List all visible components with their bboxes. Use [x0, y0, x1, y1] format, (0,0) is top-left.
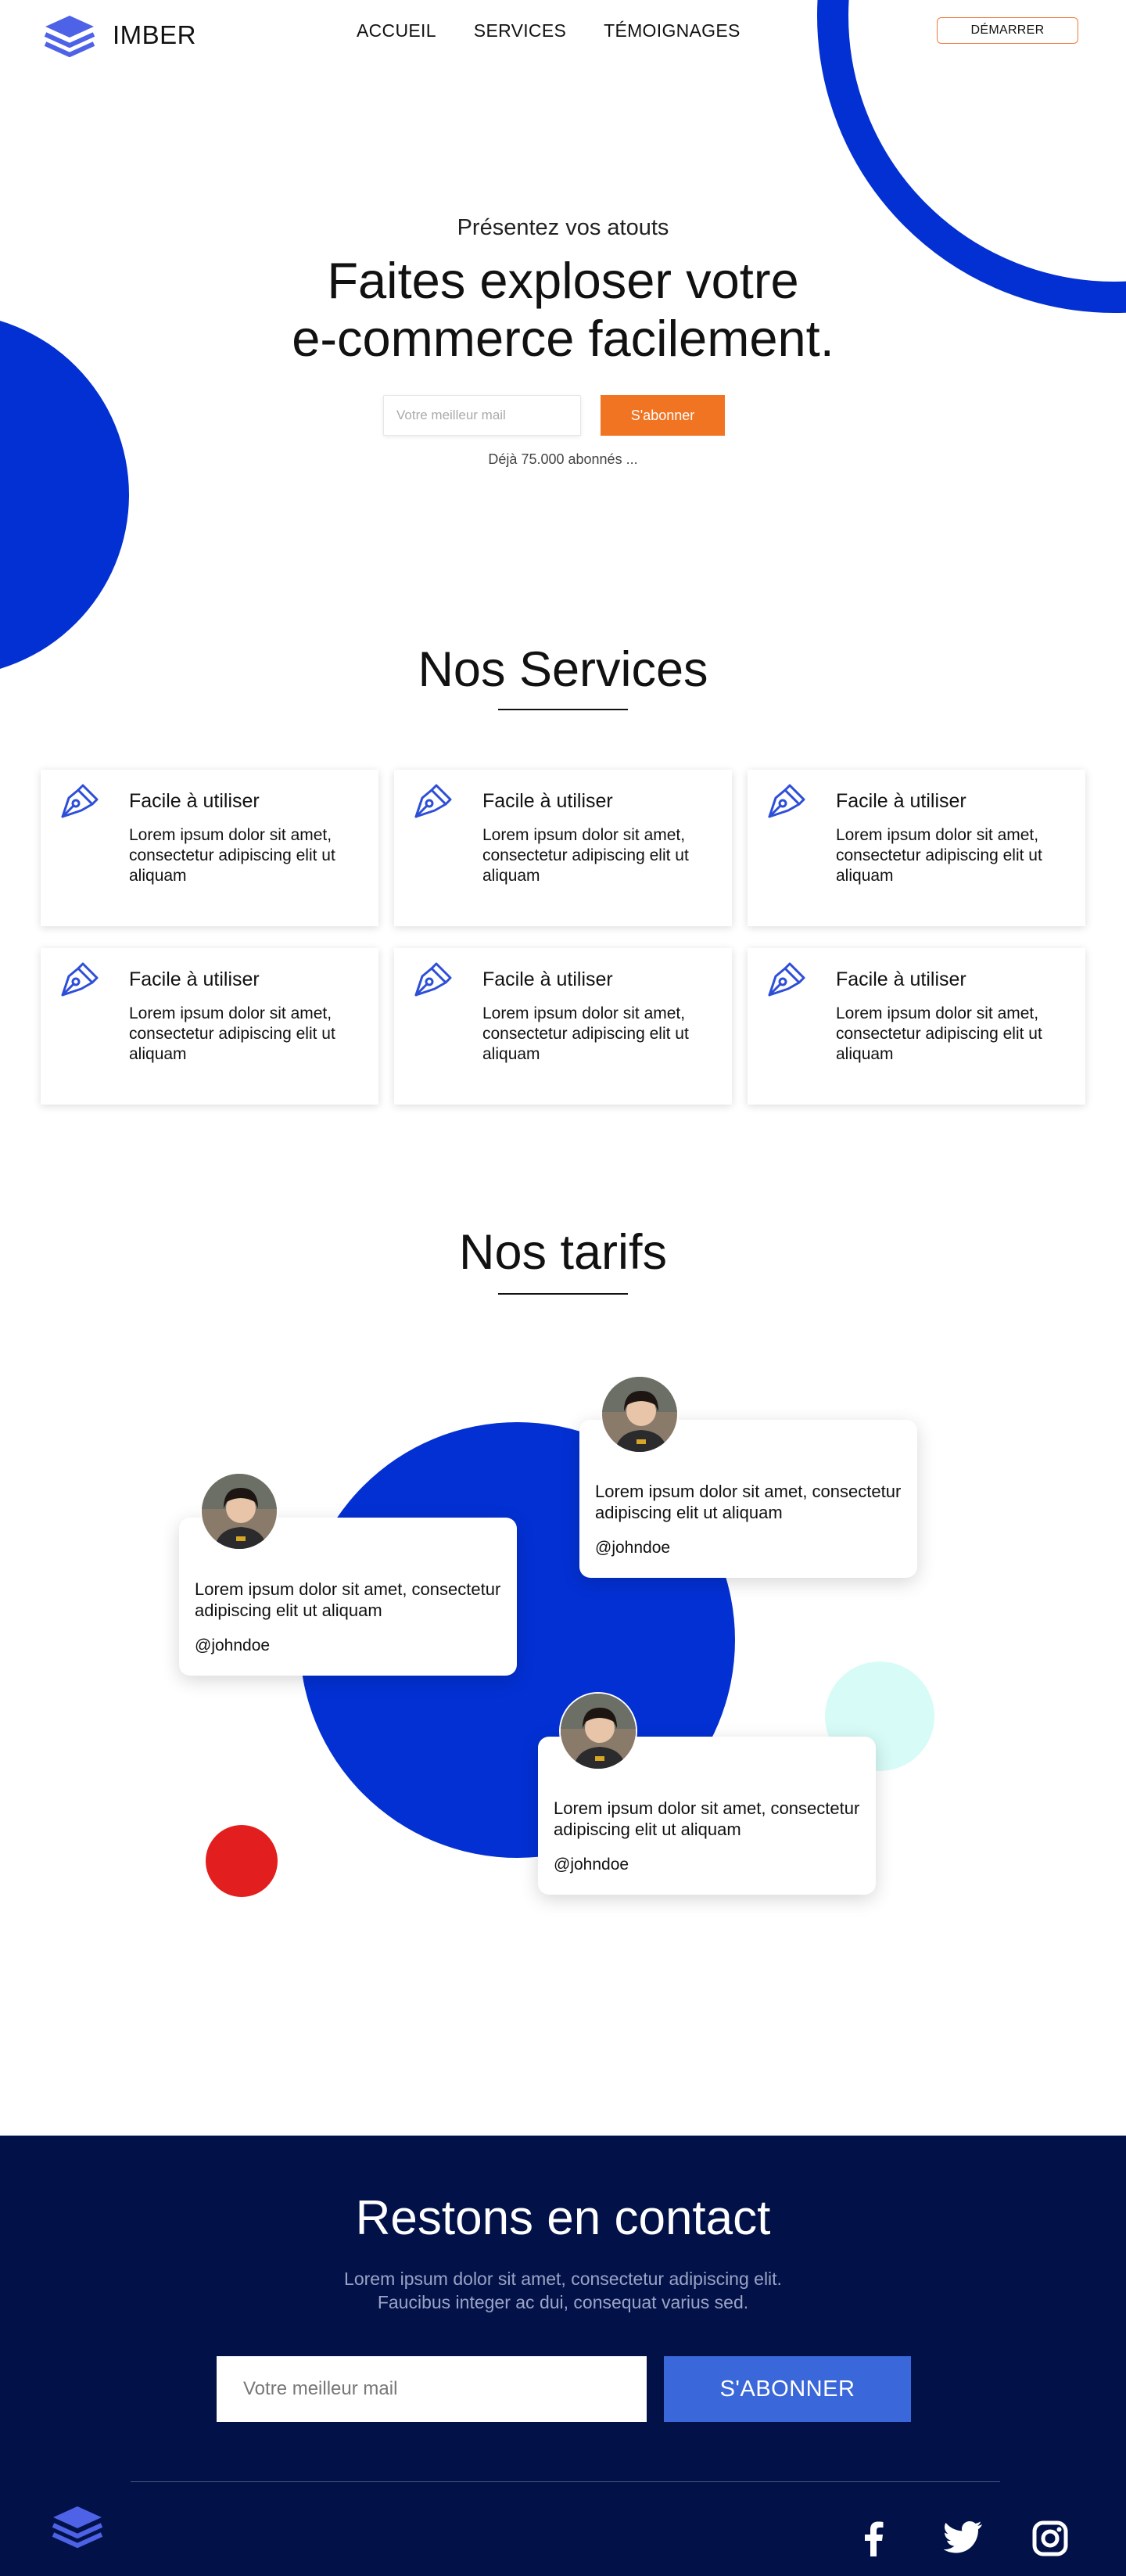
- logo-text: IMBER: [113, 20, 197, 49]
- testimonial-text: Lorem ipsum dolor sit amet, consectetur …: [195, 1579, 501, 1620]
- service-card-title: Facile à utiliser: [482, 790, 613, 812]
- nav-item-services[interactable]: SERVICES: [474, 20, 566, 41]
- service-card-text: Lorem ipsum dolor sit amet, consectetur …: [836, 826, 1042, 885]
- testimonial-handle: @johndoe: [595, 1539, 671, 1557]
- landing-page: IMBER ACCUEIL SERVICES TÉMOIGNAGES DÉMAR…: [0, 0, 1126, 2576]
- decorative-circle-red: [206, 1825, 278, 1897]
- avatar: [559, 1692, 637, 1770]
- service-card-title: Facile à utiliser: [129, 968, 260, 990]
- hero-email-input[interactable]: [383, 395, 581, 436]
- avatar-photo-icon: [561, 1694, 636, 1769]
- pen-tool-icon: [414, 962, 452, 997]
- pen-tool-icon: [768, 962, 805, 997]
- testimonial-handle: @johndoe: [554, 1856, 629, 1874]
- service-card: Facile à utiliser Lorem ipsum dolor sit …: [748, 770, 1085, 926]
- avatar-photo-icon: [602, 1377, 677, 1452]
- start-button[interactable]: DÉMARRER: [937, 17, 1078, 44]
- hero-title-line2: e-commerce facilement.: [292, 310, 834, 367]
- service-card: Facile à utiliser Lorem ipsum dolor sit …: [748, 948, 1085, 1105]
- service-card: Facile à utiliser Lorem ipsum dolor sit …: [394, 948, 732, 1105]
- twitter-icon[interactable]: [944, 2520, 983, 2553]
- hero-subscribe-form: S'abonner: [383, 395, 725, 436]
- testimonial-text: Lorem ipsum dolor sit amet, consectetur …: [595, 1482, 902, 1522]
- footer-divider: [131, 2481, 1000, 2482]
- subscriber-count: Déjà 75.000 abonnés ...: [488, 451, 638, 467]
- service-card-title: Facile à utiliser: [482, 968, 613, 990]
- service-card-text: Lorem ipsum dolor sit amet, consectetur …: [482, 1004, 689, 1063]
- layers-logo-icon[interactable]: [50, 2503, 105, 2549]
- pen-tool-icon: [768, 784, 805, 818]
- service-card: Facile à utiliser Lorem ipsum dolor sit …: [394, 770, 732, 926]
- service-card-text: Lorem ipsum dolor sit amet, consectetur …: [129, 1004, 335, 1063]
- footer-description-line2: Faucibus integer ac dui, consequat variu…: [377, 2292, 749, 2312]
- service-card: Facile à utiliser Lorem ipsum dolor sit …: [41, 948, 378, 1105]
- layers-logo-icon: [44, 16, 95, 57]
- service-card-text: Lorem ipsum dolor sit amet, consectetur …: [129, 826, 335, 885]
- footer: Restons en contact Lorem ipsum dolor sit…: [0, 2136, 1126, 2576]
- testimonial-text: Lorem ipsum dolor sit amet, consectetur …: [554, 1798, 860, 1839]
- pen-tool-icon: [414, 784, 452, 818]
- pricing-title: Nos tarifs: [458, 1225, 668, 1280]
- hero-title-line1: Faites exploser votre: [327, 252, 799, 309]
- avatar: [601, 1375, 679, 1453]
- footer-description-line1: Lorem ipsum dolor sit amet, consectetur …: [344, 2269, 782, 2289]
- nav-item-accueil[interactable]: ACCUEIL: [357, 20, 436, 41]
- main-nav: ACCUEIL SERVICES TÉMOIGNAGES: [357, 20, 741, 41]
- service-card: Facile à utiliser Lorem ipsum dolor sit …: [41, 770, 378, 926]
- footer-description: Lorem ipsum dolor sit amet, consectetur …: [0, 2267, 1126, 2314]
- service-card-text: Lorem ipsum dolor sit amet, consectetur …: [482, 826, 689, 885]
- testimonial-handle: @johndoe: [195, 1636, 271, 1654]
- avatar: [200, 1472, 278, 1550]
- service-card-title: Facile à utiliser: [836, 790, 966, 812]
- hero-title: Faites exploser votre e-commerce facilem…: [0, 252, 1126, 368]
- pen-tool-icon: [61, 962, 99, 997]
- instagram-icon[interactable]: [1032, 2520, 1068, 2556]
- services-title: Nos Services: [418, 642, 708, 697]
- facebook-icon[interactable]: [862, 2520, 885, 2556]
- footer-email-input[interactable]: [217, 2356, 647, 2422]
- service-card-text: Lorem ipsum dolor sit amet, consectetur …: [836, 1004, 1042, 1063]
- logo[interactable]: IMBER: [42, 13, 196, 58]
- service-card-title: Facile à utiliser: [129, 790, 260, 812]
- pen-tool-icon: [61, 784, 99, 818]
- footer-title: Restons en contact: [355, 2191, 771, 2245]
- avatar-photo-icon: [202, 1474, 277, 1549]
- services-title-underline: [498, 709, 628, 710]
- hero-kicker: Présentez vos atouts: [457, 215, 669, 240]
- nav-item-temoignages[interactable]: TÉMOIGNAGES: [604, 20, 741, 41]
- pricing-title-underline: [498, 1293, 628, 1295]
- hero-subscribe-button[interactable]: S'abonner: [601, 395, 725, 436]
- service-card-title: Facile à utiliser: [836, 968, 966, 990]
- footer-subscribe-button[interactable]: S'ABONNER: [664, 2356, 911, 2422]
